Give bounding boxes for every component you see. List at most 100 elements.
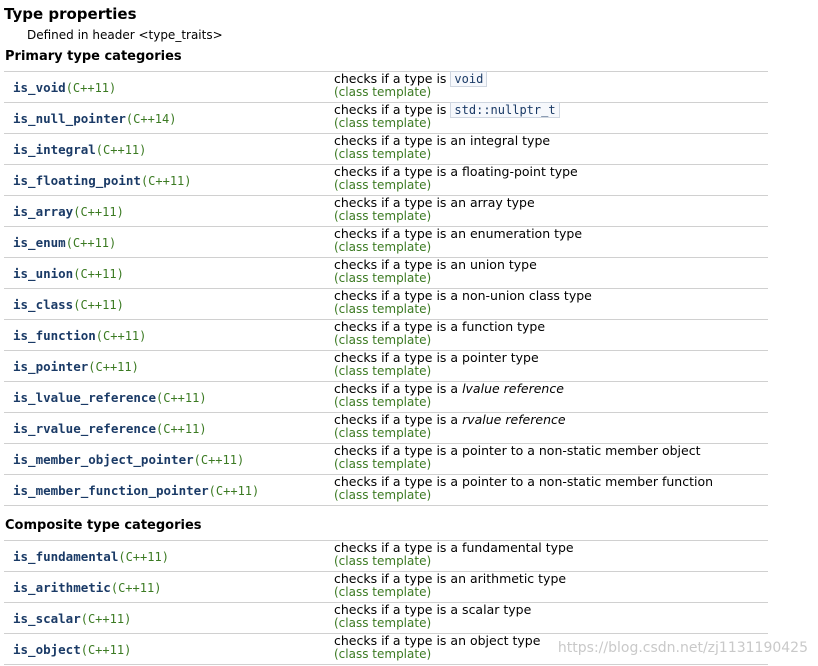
type-trait-link[interactable]: is_fundamental xyxy=(13,549,118,564)
description-cell: checks if a type is an object type (class… xyxy=(334,634,540,661)
table-row: is_arithmetic(C++11) checks if a type is … xyxy=(4,571,768,602)
type-trait-cell: is_class(C++11) xyxy=(13,297,124,312)
table-row: is_integral(C++11) checks if a type is an… xyxy=(4,133,768,164)
class-template-label: (class template) xyxy=(334,240,432,254)
description-cell: checks if a type is an arithmetic type (c… xyxy=(334,572,566,599)
description-prefix: checks if a type is a xyxy=(334,381,463,396)
description-cell: checks if a type is an integral type (cla… xyxy=(334,134,550,161)
class-template-label: (class template) xyxy=(334,302,432,316)
description-prefix: checks if a type is a floating-point typ… xyxy=(334,164,578,179)
description-cell: checks if a type is a non-union class ty… xyxy=(334,289,592,316)
class-template-label: (class template) xyxy=(334,209,432,223)
description-text: checks if a type is an object type xyxy=(334,634,540,648)
table-row: is_scalar(C++11) checks if a type is a sc… xyxy=(4,602,768,633)
description-text: checks if a type is a non-union class ty… xyxy=(334,289,592,303)
version-tag: (C++11) xyxy=(80,643,132,657)
page-title: Type properties xyxy=(4,5,137,23)
description-prefix: checks if a type is an object type xyxy=(334,633,541,648)
class-template-label: (class template) xyxy=(334,647,432,661)
description-prefix: checks if a type is a pointer to a non-s… xyxy=(334,474,714,489)
type-trait-link[interactable]: is_class xyxy=(13,297,73,312)
type-trait-link[interactable]: is_member_object_pointer xyxy=(13,452,194,467)
table-row: is_pointer(C++11) checks if a type is a p… xyxy=(4,350,768,381)
description-prefix: checks if a type is xyxy=(334,71,451,86)
description-prefix: checks if a type is an arithmetic type xyxy=(334,571,567,586)
description-cell: checks if a type is a floating-point typ… xyxy=(334,165,578,192)
type-trait-link[interactable]: is_array xyxy=(13,204,73,219)
table-row: is_void(C++11) checks if a type is void (c… xyxy=(4,71,768,102)
code-link[interactable]: std::nullptr_t xyxy=(450,102,560,118)
description-prefix: checks if a type is an enumeration type xyxy=(334,226,583,241)
table-row: is_function(C++11) checks if a type is a … xyxy=(4,319,768,350)
description-text: checks if a type is std::nullptr_t xyxy=(334,102,560,118)
description-text: checks if a type is void xyxy=(334,71,488,87)
description-text: checks if a type is an enumeration type xyxy=(334,227,582,241)
description-cell: checks if a type is a scalar type (class … xyxy=(334,603,531,630)
table-row: is_fundamental(C++11) checks if a type is… xyxy=(4,540,768,571)
description-text: checks if a type is a scalar type xyxy=(334,603,531,617)
type-trait-link[interactable]: is_floating_point xyxy=(13,173,141,188)
table-row: is_array(C++11) checks if a type is an ar… xyxy=(4,195,768,226)
type-trait-link[interactable]: is_null_pointer xyxy=(13,111,126,126)
primary-type-table: is_void(C++11) checks if a type is void (c… xyxy=(4,71,768,506)
description-prefix: checks if a type is a function type xyxy=(334,319,546,334)
table-row: is_member_function_pointer(C++11) checks … xyxy=(4,474,768,505)
class-template-label: (class template) xyxy=(334,147,432,161)
class-template-label: (class template) xyxy=(334,616,432,630)
type-trait-link[interactable]: is_union xyxy=(13,266,73,281)
type-trait-cell: is_member_object_pointer(C++11) xyxy=(13,452,244,467)
description-prefix: checks if a type is a scalar type xyxy=(334,602,532,617)
description-cell: checks if a type is a pointer to a non-s… xyxy=(334,444,701,471)
description-text: checks if a type is an integral type xyxy=(334,134,550,148)
type-trait-cell: is_array(C++11) xyxy=(13,204,124,219)
description-prefix: checks if a type is a xyxy=(334,412,463,427)
description-prefix: checks if a type is a non-union class ty… xyxy=(334,288,592,303)
table-row: is_floating_point(C++11) checks if a type… xyxy=(4,164,768,195)
version-tag: (C++11) xyxy=(140,174,192,188)
section-heading-composite: Composite type categories xyxy=(5,518,202,533)
type-trait-cell: is_lvalue_reference(C++11) xyxy=(13,390,207,405)
table-bottom-border xyxy=(4,505,768,506)
version-tag: (C++11) xyxy=(95,329,147,343)
description-text: checks if a type is a lvalue reference xyxy=(334,382,564,396)
description-cell: checks if a type is an enumeration type(… xyxy=(334,227,582,254)
description-prefix: checks if a type is a pointer to a non-s… xyxy=(334,443,701,458)
type-trait-link[interactable]: is_object xyxy=(13,642,81,657)
version-tag: (C++11) xyxy=(65,81,117,95)
type-trait-link[interactable]: is_integral xyxy=(13,142,96,157)
section-heading-primary: Primary type categories xyxy=(5,49,182,64)
type-trait-link[interactable]: is_scalar xyxy=(13,611,81,626)
code-link[interactable]: void xyxy=(450,71,488,87)
class-template-label: (class template) xyxy=(334,395,432,409)
table-row: is_lvalue_reference(C++11) checks if a ty… xyxy=(4,381,768,412)
class-template-label: (class template) xyxy=(334,116,432,130)
type-trait-link[interactable]: is_pointer xyxy=(13,359,88,374)
description-cell: checks if a type is a pointer type (class… xyxy=(334,351,539,378)
defined-prefix: Defined in header xyxy=(27,28,139,42)
description-prefix: checks if a type is an array type xyxy=(334,195,535,210)
description-text: checks if a type is an arithmetic type xyxy=(334,572,566,586)
version-tag: (C++11) xyxy=(80,612,132,626)
description-text: checks if a type is an union type xyxy=(334,258,537,272)
type-trait-link[interactable]: is_rvalue_reference xyxy=(13,421,156,436)
class-template-label: (class template) xyxy=(334,488,432,502)
type-trait-link[interactable]: is_void xyxy=(13,80,66,95)
type-trait-link[interactable]: is_function xyxy=(13,328,96,343)
watermark-text: https://blog.csdn.net/zj1131190425 xyxy=(557,640,808,656)
type-trait-link[interactable]: is_member_function_pointer xyxy=(13,483,209,498)
version-tag: (C++11) xyxy=(156,391,207,405)
version-tag: (C++11) xyxy=(156,422,207,436)
class-template-label: (class template) xyxy=(334,554,432,568)
description-text: checks if a type is a rvalue reference xyxy=(334,413,566,427)
type-trait-link[interactable]: is_arithmetic xyxy=(13,580,111,595)
version-tag: (C++11) xyxy=(73,205,124,219)
description-cell: checks if a type is an union type (class … xyxy=(334,258,537,285)
type-trait-link[interactable]: is_enum xyxy=(13,235,66,250)
type-trait-link[interactable]: is_lvalue_reference xyxy=(13,390,156,405)
description-cell: checks if a type is a rvalue reference (c… xyxy=(334,413,566,440)
type-trait-cell: is_member_function_pointer(C++11) xyxy=(13,483,259,498)
description-emphasis: rvalue reference xyxy=(462,412,566,427)
description-emphasis: lvalue reference xyxy=(462,381,564,396)
description-text: checks if a type is a pointer to a non-s… xyxy=(334,444,701,458)
class-template-label: (class template) xyxy=(334,585,432,599)
